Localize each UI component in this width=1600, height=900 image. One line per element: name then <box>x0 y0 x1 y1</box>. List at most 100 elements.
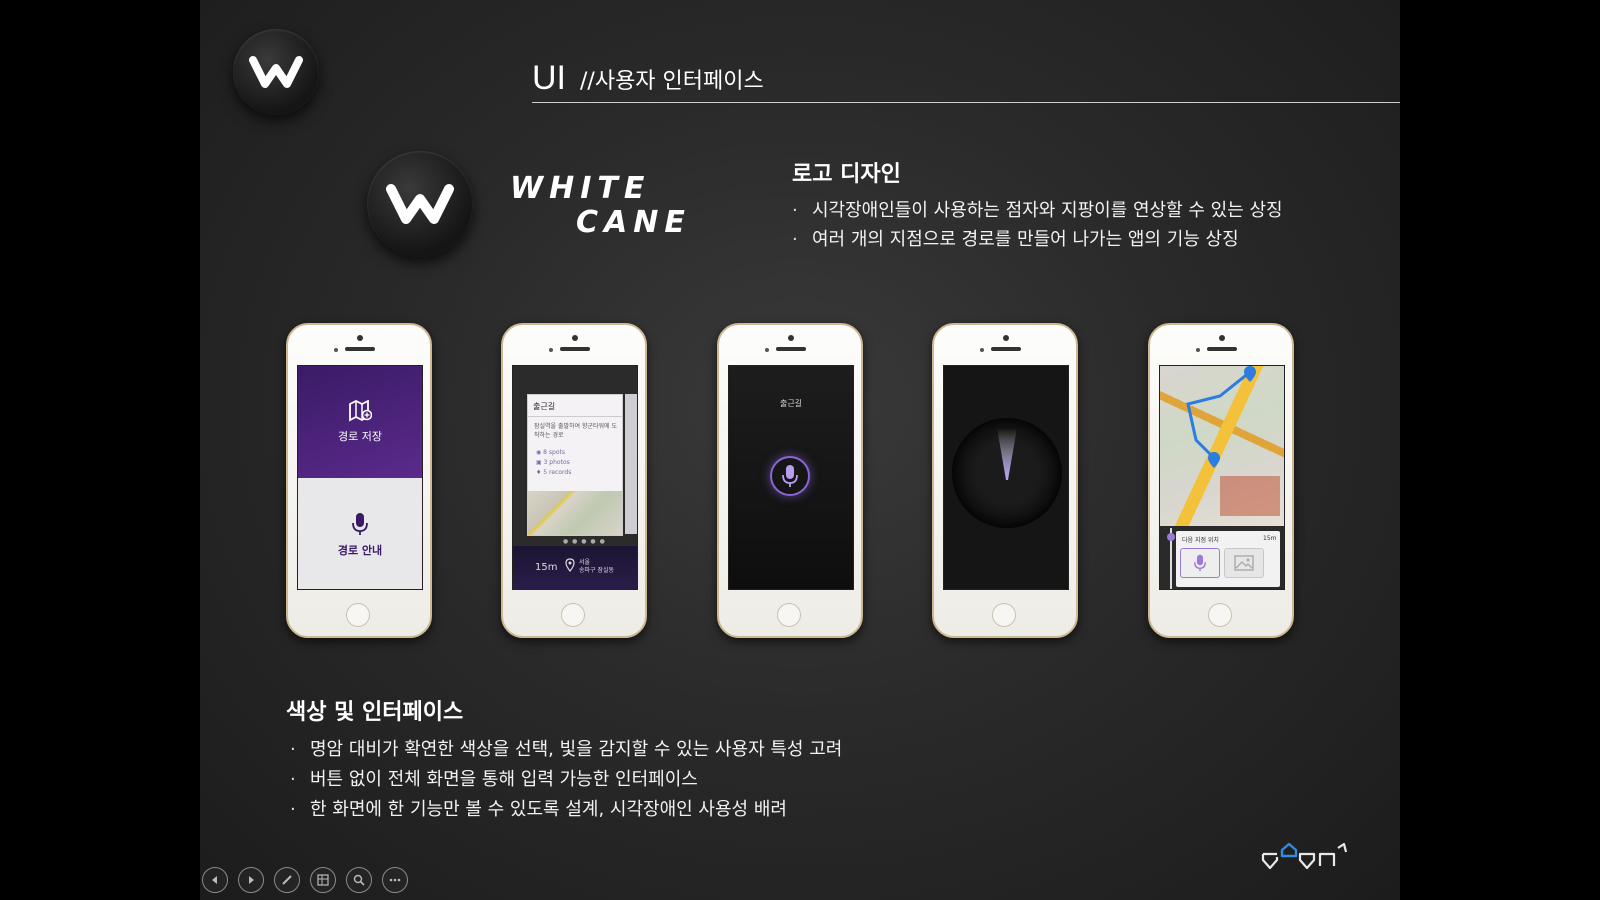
route-guide-button[interactable]: 경로 안내 <box>298 478 422 589</box>
route-stat-photos: ▣ 3 photos <box>536 459 570 466</box>
next-slide-button[interactable] <box>238 867 264 893</box>
speaker <box>560 347 590 351</box>
prev-slide-button[interactable] <box>202 867 228 893</box>
next-point-label: 다음 지점 위치 <box>1182 537 1219 544</box>
photos-text: 3 photos <box>543 459 570 466</box>
photo-button[interactable] <box>1224 548 1264 578</box>
microphone-icon <box>352 512 368 535</box>
slide: UI //사용자 인터페이스 WHITE CANE 로고 디자인 시각장애인들이… <box>200 0 1400 900</box>
direction-beam-icon <box>997 428 1017 480</box>
bullet-item: 시각장애인들이 사용하는 점자와 지팡이를 연상할 수 있는 상징 <box>788 196 1283 225</box>
speaker <box>776 347 806 351</box>
phone-screen <box>943 365 1069 590</box>
more-icon <box>389 878 401 882</box>
save-route-label: 경로 저장 <box>338 430 382 443</box>
page-indicator: ● ● ● ● ● <box>563 538 606 545</box>
front-camera <box>572 335 578 341</box>
route-card[interactable]: 출근길 잠실역을 출발하여 향군타워에 도착하는 경로 ◉ 8 spots ▣ … <box>527 394 623 536</box>
records-text: 5 records <box>543 469 572 476</box>
distance-readout: 15m <box>535 562 558 573</box>
home-button <box>1208 603 1232 627</box>
slides-icon <box>317 874 329 886</box>
progress-dot <box>1167 533 1175 541</box>
location-name: 서울 송파구 잠실동 <box>579 559 614 575</box>
sensor-dot <box>1196 348 1200 352</box>
next-point-distance: 15m <box>1263 535 1277 542</box>
pen-tool-button[interactable] <box>274 867 300 893</box>
sensor-dot <box>765 348 769 352</box>
next-card-peek <box>625 394 637 534</box>
sensor-dot <box>334 348 338 352</box>
phone-mockup-route-list: 출근길 잠실역을 출발하여 향군타워에 도착하는 경로 ◉ 8 spots ▣ … <box>501 323 647 638</box>
slideshow-toolbar <box>202 867 408 893</box>
voice-record-button[interactable] <box>770 456 810 496</box>
bullet-item: 명암 대비가 확연한 색상을 선택, 빛을 감지할 수 있는 사용자 특성 고려 <box>286 735 842 765</box>
title-subtitle: //사용자 인터페이스 <box>580 69 764 94</box>
speaker <box>345 347 375 351</box>
w-logo-icon <box>249 56 303 88</box>
route-guide-label: 경로 안내 <box>337 543 383 557</box>
wordmark-line2: CANE <box>576 205 691 240</box>
spots-text: 8 spots <box>543 449 565 456</box>
white-cane-wordmark: WHITE CANE <box>510 171 691 240</box>
home-button <box>992 603 1016 627</box>
zoom-button[interactable] <box>346 867 372 893</box>
phone-screen: 다음 지점 위치 15m <box>1159 365 1285 590</box>
sensor-dot <box>549 348 553 352</box>
phone-mockup-compass <box>932 323 1078 638</box>
phone-mockup-navigation: 다음 지점 위치 15m <box>1148 323 1294 638</box>
route-card-description: 잠실역을 출발하여 향군타워에 도착하는 경로 <box>534 423 618 439</box>
slide-sorter-button[interactable] <box>310 867 336 893</box>
title-ui: UI <box>532 59 566 97</box>
image-icon <box>1234 555 1254 571</box>
zoom-icon <box>353 874 365 886</box>
phone-screen: 경로 저장 경로 안내 <box>297 365 423 590</box>
bullet-item: 버튼 없이 전체 화면을 통해 입력 가능한 인터페이스 <box>286 765 842 795</box>
front-camera <box>788 335 794 341</box>
speaker <box>1207 347 1237 351</box>
location-district: 송파구 잠실동 <box>579 567 615 574</box>
next-icon <box>249 876 254 884</box>
pen-icon <box>282 875 292 885</box>
front-camera <box>357 335 363 341</box>
route-map-thumbnail <box>528 491 622 535</box>
app-logo-small <box>233 29 319 115</box>
route-name-label: 출근길 <box>779 399 803 408</box>
sensor-dot <box>980 348 984 352</box>
location-pin-icon <box>565 558 575 572</box>
color-interface-bullets: 명암 대비가 확연한 색상을 선택, 빛을 감지할 수 있는 사용자 특성 고려… <box>286 735 842 825</box>
phone-mockup-menu: 경로 저장 경로 안내 <box>286 323 432 638</box>
more-options-button[interactable] <box>382 867 408 893</box>
route-card-title: 출근길 <box>528 395 622 417</box>
bullet-item: 한 화면에 한 기능만 볼 수 있도록 설계, 시각장애인 사용성 배려 <box>286 795 842 825</box>
phone-mockup-voice: 출근길 <box>717 323 863 638</box>
slide-title: UI //사용자 인터페이스 <box>532 58 1400 103</box>
save-route-button[interactable]: 경로 저장 <box>298 366 422 478</box>
logo-design-bullets: 시각장애인들이 사용하는 점자와 지팡이를 연상할 수 있는 상징 여러 개의 … <box>788 196 1283 254</box>
home-button <box>346 603 370 627</box>
microphone-icon <box>782 465 798 487</box>
wordmark-line1: WHITE <box>510 171 650 206</box>
speaker <box>991 347 1021 351</box>
map-save-icon <box>349 400 372 422</box>
color-interface-heading: 색상 및 인터페이스 <box>286 700 464 725</box>
app-logo-large <box>367 151 473 257</box>
home-button <box>777 603 801 627</box>
bullet-item: 여러 개의 지점으로 경로를 만들어 나가는 앱의 기능 상징 <box>788 225 1283 254</box>
location-city: 서울 <box>579 559 591 566</box>
route-stat-spots: ◉ 8 spots <box>536 449 565 456</box>
w-logo-icon <box>386 184 454 224</box>
front-camera <box>1219 335 1225 341</box>
microphone-icon <box>1194 554 1206 572</box>
home-button <box>561 603 585 627</box>
phone-screen: 출근길 <box>728 365 854 590</box>
route-path-icon <box>1186 366 1280 516</box>
location-bar <box>513 546 637 589</box>
route-stat-records: ♦ 5 records <box>536 469 572 476</box>
logo-design-heading: 로고 디자인 <box>792 162 901 187</box>
prev-icon <box>212 876 217 884</box>
voice-memo-button[interactable] <box>1180 548 1220 578</box>
phone-screen: 출근길 잠실역을 출발하여 향군타워에 도착하는 경로 ◉ 8 spots ▣ … <box>512 365 638 590</box>
front-camera <box>1003 335 1009 341</box>
team-brand-logo <box>1261 842 1348 870</box>
